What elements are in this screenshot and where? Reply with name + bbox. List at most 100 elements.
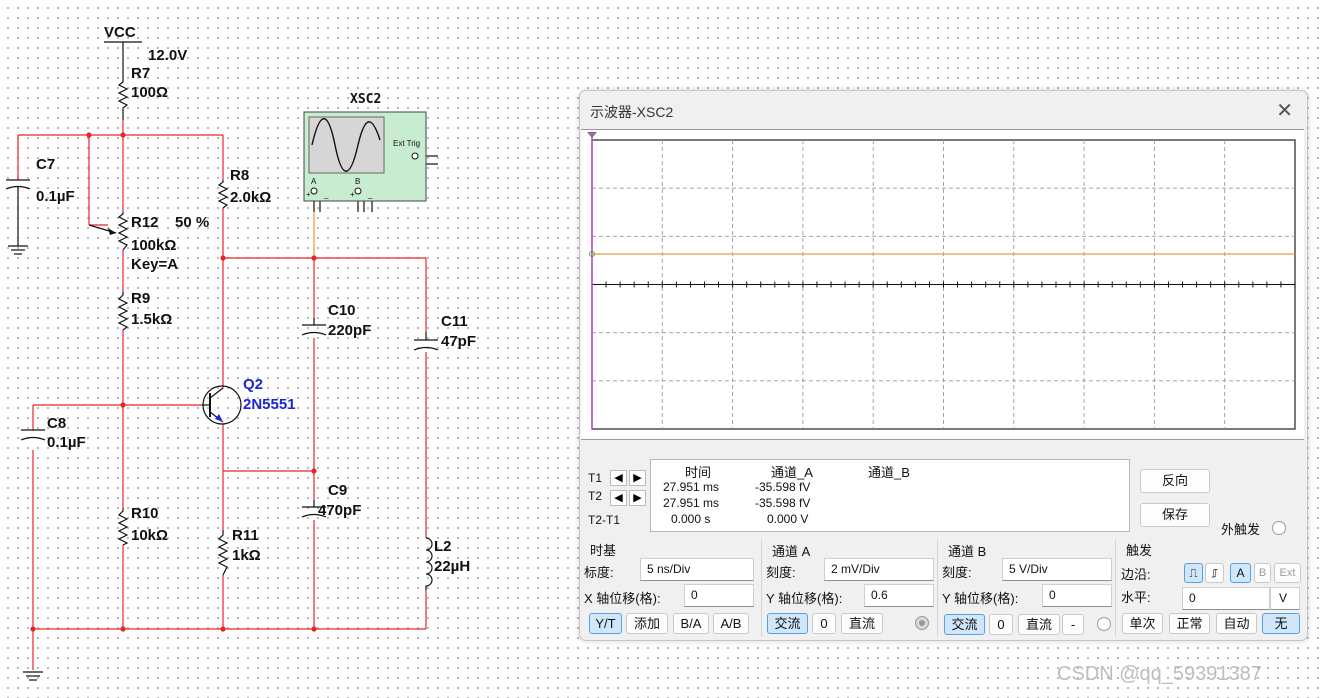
trigger-level-field[interactable]: 0 xyxy=(1182,587,1270,610)
row1-ch-a: -35.598 fV xyxy=(755,480,811,494)
window-title: 示波器-XSC2 xyxy=(590,104,674,120)
channel-a-ac-button[interactable]: 交流 xyxy=(767,613,808,634)
channel-a-scale-label: 刻度: xyxy=(766,565,796,580)
xsc2-ch-a: A xyxy=(311,177,317,186)
channel-a-ypos-field[interactable]: 0.6 xyxy=(864,584,934,607)
channel-b-zero-button[interactable]: 0 xyxy=(989,614,1013,635)
close-icon[interactable]: ✕ xyxy=(1276,98,1293,123)
save-button[interactable]: 保存 xyxy=(1140,503,1210,527)
t2-label: T2 xyxy=(588,489,603,503)
channel-a-zero-button[interactable]: 0 xyxy=(812,613,836,634)
t2t1-label: T2-T1 xyxy=(588,513,621,527)
oscilloscope-instrument[interactable] xyxy=(303,111,427,202)
channel-b-scale-field[interactable]: 5 V/Div xyxy=(1002,558,1112,581)
timebase-scale-label: 标度: xyxy=(584,565,614,580)
channel-b-scale-label: 刻度: xyxy=(942,565,972,580)
vcc-value: 12.0V xyxy=(148,47,187,64)
r12-value: 100kΩ xyxy=(131,237,176,254)
channel-a-scale-field[interactable]: 2 mV/Div xyxy=(824,558,934,581)
channel-b-dc-button[interactable]: 直流 xyxy=(1018,614,1060,635)
r9-value: 1.5kΩ xyxy=(131,311,172,328)
c7-name: C7 xyxy=(36,156,55,173)
r11-value: 1kΩ xyxy=(232,547,261,564)
c11-name: C11 xyxy=(441,313,468,330)
t1-label: T1 xyxy=(588,471,603,485)
r8-value: 2.0kΩ xyxy=(230,189,271,206)
trigger-source-b-button[interactable]: B xyxy=(1254,563,1271,583)
ext-trigger-radio[interactable] xyxy=(1272,521,1286,535)
channel-b-header: 通道 B xyxy=(948,544,987,559)
xsc2-name: XSC2 xyxy=(350,92,381,107)
row2-ch-a: -35.598 fV xyxy=(755,496,811,510)
watermark: CSDN @qq_59391387 xyxy=(1057,663,1262,685)
trigger-level-label: 水平: xyxy=(1121,590,1151,605)
channel-a-header: 通道 A xyxy=(772,544,811,559)
r8-name: R8 xyxy=(230,167,249,184)
trigger-normal-button[interactable]: 正常 xyxy=(1169,613,1210,634)
r10-name: R10 xyxy=(131,505,159,522)
channel-a-dc-button[interactable]: 直流 xyxy=(841,613,883,634)
channel-b-toggle-radio[interactable] xyxy=(1097,617,1111,631)
reverse-button[interactable]: 反向 xyxy=(1140,469,1210,493)
circuit-schematic: VCC 12.0V R7 100Ω R8 2.0kΩ R12 50 % 100k… xyxy=(5,24,476,681)
row1-time: 27.951 ms xyxy=(663,480,720,494)
r10-value: 10kΩ xyxy=(131,527,168,544)
xsc2-ext-trig: Ext Trig xyxy=(393,139,420,148)
ext-trigger-label: 外触发 xyxy=(1221,522,1261,537)
mode-ab-button[interactable]: A/B xyxy=(713,613,749,634)
mode-ba-button[interactable]: B/A xyxy=(673,613,709,634)
readout-table: 时间 通道_A 通道_B 27.951 ms -35.598 fV 27.951… xyxy=(650,459,1130,532)
t2-left-arrow-icon[interactable]: ◀ xyxy=(610,490,627,506)
mode-add-button[interactable]: 添加 xyxy=(626,613,668,634)
timebase-xpos-label: X 轴位移(格): xyxy=(584,591,661,606)
timebase-xpos-field[interactable]: 0 xyxy=(684,584,754,607)
trigger-auto-button[interactable]: 自动 xyxy=(1216,613,1257,634)
c10-value: 220pF xyxy=(328,322,371,339)
timebase-scale-field[interactable]: 5 ns/Div xyxy=(640,558,754,581)
r9-name: R9 xyxy=(131,290,150,307)
trigger-level-unit[interactable]: V xyxy=(1270,587,1300,610)
cursor-readout: T1 ◀ ▶ T2 ◀ ▶ T2-T1 时间 通道_A 通道_B 27.951 … xyxy=(582,459,1130,532)
l2-name: L2 xyxy=(434,538,452,555)
row3-ch-a: 0.000 V xyxy=(767,512,809,526)
scope-display xyxy=(587,132,1296,430)
falling-edge-icon[interactable]: ⎎ xyxy=(1205,563,1224,583)
c9-name: C9 xyxy=(328,482,347,499)
xsc2-a-plus: + xyxy=(306,190,311,199)
c9-value: 470pF xyxy=(318,502,361,519)
mode-yt-button[interactable]: Y/T xyxy=(589,613,622,634)
channel-b-ac-button[interactable]: 交流 xyxy=(944,614,985,635)
t1-right-arrow-icon[interactable]: ▶ xyxy=(629,470,646,486)
t2-right-arrow-icon[interactable]: ▶ xyxy=(629,490,646,506)
trigger-header: 触发 xyxy=(1126,543,1153,558)
r11-name: R11 xyxy=(232,527,259,544)
r12-name: R12 xyxy=(131,214,159,231)
r12-percent: 50 % xyxy=(175,214,209,231)
channel-b-minus-button[interactable]: - xyxy=(1062,614,1084,635)
trigger-source-a-button[interactable]: A xyxy=(1230,563,1251,583)
trigger-source-ext-button[interactable]: Ext xyxy=(1274,563,1301,583)
row3-time: 0.000 s xyxy=(671,512,711,526)
timebase-header: 时基 xyxy=(590,543,617,558)
oscilloscope-window: 示波器-XSC2 ✕ T1 ◀ ▶ T2 ◀ ▶ T2-T1 时间 通道_A 通… xyxy=(579,90,1308,641)
t1-left-arrow-icon[interactable]: ◀ xyxy=(610,470,627,486)
rising-edge-icon[interactable]: ⎍ xyxy=(1184,563,1203,583)
header-ch-b: 通道_B xyxy=(868,465,910,480)
header-ch-a: 通道_A xyxy=(771,465,813,480)
trigger-none-button[interactable]: 无 xyxy=(1262,613,1300,634)
r12-key: Key=A xyxy=(131,256,178,273)
c8-value: 0.1µF xyxy=(47,434,86,451)
xsc2-b-minus: _ xyxy=(367,190,373,199)
xsc2-ch-b: B xyxy=(355,177,360,186)
c7-value: 0.1µF xyxy=(36,188,75,205)
l2-value: 22µH xyxy=(434,558,470,575)
xsc2-a-minus: _ xyxy=(323,190,329,199)
c8-name: C8 xyxy=(47,415,66,432)
channel-b-ypos-field[interactable]: 0 xyxy=(1042,584,1112,607)
c11-value: 47pF xyxy=(441,333,476,350)
c10-name: C10 xyxy=(328,302,356,319)
channel-a-toggle-radio[interactable] xyxy=(915,616,929,630)
trigger-edge-label: 边沿: xyxy=(1121,567,1151,582)
scope-screen[interactable] xyxy=(581,129,1304,440)
trigger-single-button[interactable]: 单次 xyxy=(1122,613,1163,634)
